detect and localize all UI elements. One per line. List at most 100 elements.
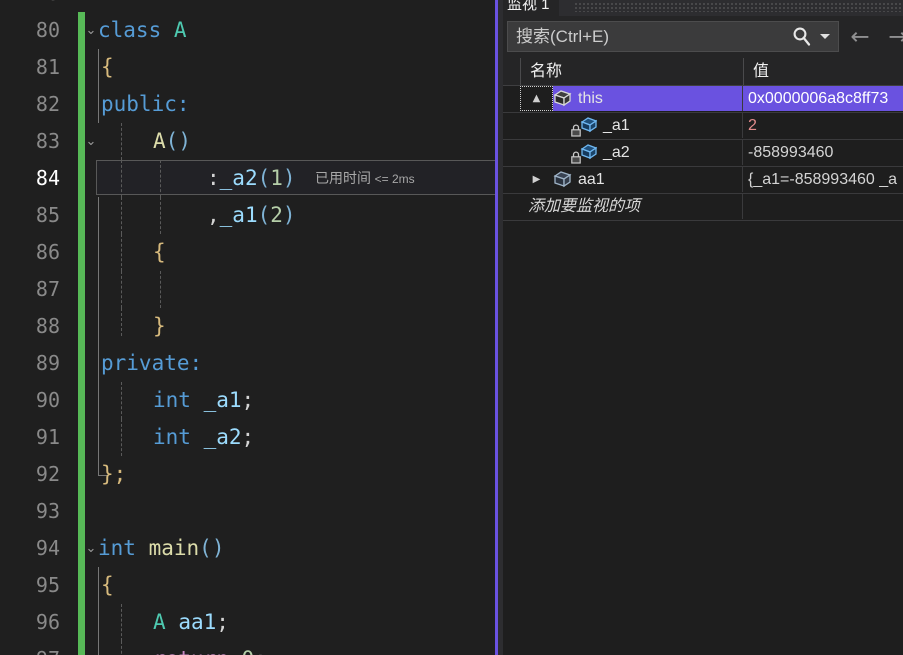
token-semicolon: ; [216,610,229,634]
table-row[interactable]: ▶ aa1 {_a1=-858993460 _a [503,167,903,194]
table-row[interactable]: _a2 -858993460 [503,140,903,167]
line-number: 89 [35,351,60,375]
table-row[interactable]: ▲ this 0x0000006a8c8ff73 [503,86,903,113]
code-line[interactable]: 90 int _a1; [0,382,495,419]
code-line[interactable]: 88 } [0,308,495,345]
fold-chevron-icon[interactable]: ⌄ [84,12,98,49]
code-line[interactable]: 83 ⌄ A() [0,123,495,160]
row-value-cell[interactable]: -858993460 [743,140,903,165]
token-brace: { [101,573,114,597]
fold-chevron-icon[interactable]: ⌄ [84,530,98,567]
code-line[interactable]: 86 { [0,234,495,271]
watch-window-pane[interactable]: 监视 1 搜索(Ctrl+E) ← → 名称 值 ▲ this 0x000000… [503,0,903,655]
chevron-down-icon[interactable] [820,34,830,39]
indent-guide [98,49,99,86]
add-watch-name-cell[interactable]: 添加要监视的项 [520,194,743,219]
row-name-label: aa1 [578,171,605,188]
indent-guide [160,271,161,308]
line-number: 83 [35,129,60,153]
field-icon [571,144,598,164]
indent-guide [98,419,99,456]
token-semicolon: ; [241,425,255,449]
column-header-name[interactable]: 名称 [520,58,743,85]
token-paren: ) [282,166,296,190]
code-line[interactable]: 91 int _a2; [0,419,495,456]
code-text: int main() [98,530,224,567]
line-number: 86 [35,240,60,264]
code-line[interactable]: 80 ⌄ class A [0,12,495,49]
code-text: { [153,234,166,271]
token-semicolon: ; [241,388,255,412]
indent-guide [121,604,122,641]
row-name-cell[interactable]: _a2 [520,140,743,165]
expander-collapse-icon[interactable]: ▲ [528,86,545,111]
token-member: _a2 [219,166,258,190]
code-line[interactable]: 87 [0,271,495,308]
code-line[interactable]: 89 private: [0,345,495,382]
change-bar [78,160,85,197]
token-keyword: int [98,536,136,560]
search-icon[interactable] [792,26,812,47]
token-keyword: int [153,388,191,412]
code-line[interactable]: 95 { [0,567,495,604]
code-line[interactable]: 92 }; [0,456,495,493]
token-number: 0 [242,647,255,655]
row-name-cell[interactable]: _a1 [520,113,743,138]
tab-watch-1[interactable]: 监视 1 [503,0,559,16]
line-number: 88 [35,314,60,338]
change-bar [78,604,85,641]
token-keyword: public: [101,92,190,116]
table-row[interactable]: _a1 2 [503,113,903,140]
row-value-cell[interactable]: {_a1=-858993460 _a [743,167,903,192]
code-line[interactable]: 97 return 0; [0,641,495,655]
add-watch-row[interactable]: 添加要监视的项 [503,194,903,221]
token-type: A [153,610,166,634]
line-number: 95 [35,573,60,597]
code-editor-pane[interactable]: 79 80 ⌄ class A 81 { 82 public: 83 ⌄ A()… [0,0,495,655]
line-number: 87 [35,277,60,301]
expander-expand-icon[interactable]: ▶ [528,167,545,192]
line-number: 79 [0,0,60,12]
token-number: 1 [270,166,283,190]
elapsed-time-annotation: 已用时间 <= 2ms [315,160,415,198]
indent-guide [121,123,122,160]
token-paren: ( [257,166,271,190]
indent-guide [160,197,161,234]
token-type: A [173,18,187,42]
change-bar [78,308,85,345]
code-line[interactable]: 81 { [0,49,495,86]
row-value-cell[interactable]: 0x0000006a8c8ff73 [743,86,903,111]
row-name-cell[interactable]: ▲ this [520,86,743,111]
code-text: }; [101,456,126,493]
column-header-value[interactable]: 值 [743,58,903,85]
token-field: _a2 [203,425,242,449]
arrow-right-icon[interactable]: → [885,24,903,50]
change-bar [78,641,85,655]
watch-toolbar: 搜索(Ctrl+E) ← → [503,16,903,58]
code-line-current[interactable]: 84 :_a2(1) 已用时间 <= 2ms [0,160,495,197]
line-number: 92 [35,462,60,486]
code-text: class A [98,12,187,49]
row-name-cell[interactable]: ▶ aa1 [520,167,743,192]
indent-guide [121,197,122,234]
add-watch-value-cell[interactable] [743,194,903,219]
token-number: 2 [270,203,283,227]
code-line[interactable]: 82 public: [0,86,495,123]
search-input[interactable]: 搜索(Ctrl+E) [507,21,839,52]
indent-guide [121,234,122,271]
pane-splitter[interactable] [495,0,503,655]
watch-grid[interactable]: 名称 值 ▲ this 0x0000006a8c8ff73 _a1 2 _a2 … [503,58,903,655]
lock-icon [570,151,581,164]
fold-chevron-icon[interactable]: ⌄ [84,123,98,160]
arrow-left-icon[interactable]: ← [847,24,873,50]
code-line[interactable]: 93 [0,493,495,530]
code-text: :_a2(1) [207,160,296,197]
code-line[interactable]: 94 ⌄ int main() [0,530,495,567]
line-number: 91 [35,425,60,449]
code-text: ,_a1(2) [207,197,296,234]
code-line[interactable]: 96 A aa1; [0,604,495,641]
row-value-cell[interactable]: 2 [743,113,903,138]
line-number: 96 [35,610,60,634]
code-line[interactable]: 85 ,_a1(2) [0,197,495,234]
code-line[interactable]: 79 [0,0,495,12]
